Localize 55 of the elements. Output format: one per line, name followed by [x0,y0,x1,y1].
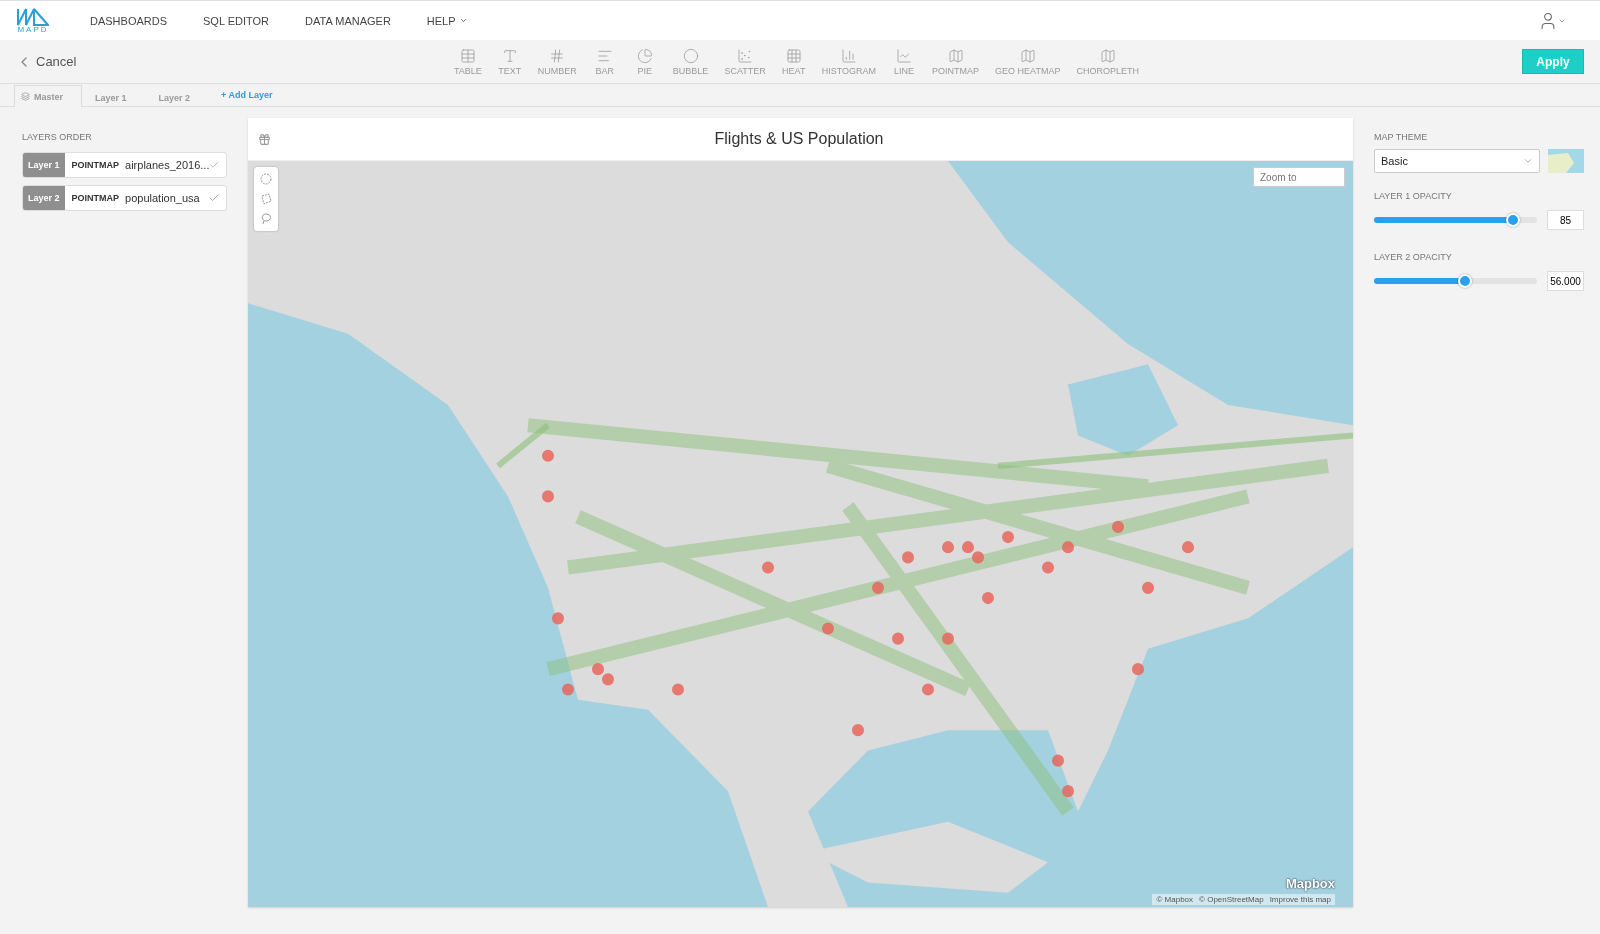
attribution-link[interactable]: © OpenStreetMap [1199,895,1264,904]
opacity-field[interactable]: 56.000 [1547,271,1584,291]
attribution-link[interactable]: © Mapbox [1156,895,1194,904]
lasso-icon[interactable] [260,213,272,225]
section-label: MAP THEME [1374,132,1429,142]
attribution-link[interactable]: Improve this map [1269,895,1331,904]
check-icon [209,159,220,171]
text-icon [501,47,518,64]
nav-link[interactable]: DATA MANAGER [305,14,391,27]
scatter-icon [737,47,754,64]
section-label: LAYERS ORDER [22,132,93,142]
chart-title: Flights & US Population [713,130,885,148]
line-icon [896,47,913,64]
tab[interactable]: Layer 2 [151,87,210,107]
slider-handle[interactable] [1458,274,1473,288]
map-icon [1019,47,1036,64]
slider-handle[interactable] [1505,213,1520,227]
check-icon [208,192,220,204]
slider-label: LAYER 2 OPACITY [1374,252,1453,262]
polygon-select-icon[interactable] [260,193,272,205]
map-icon [1099,47,1116,64]
theme-select[interactable]: Basic [1374,149,1540,173]
layer-type: POINTMAP [71,160,120,170]
layer-badge: Layer 1 [23,153,65,177]
layer-name: airplanes_2016... [125,159,210,171]
heat-icon [785,47,802,64]
logo-text: MAPD [17,25,49,34]
map-icon [947,47,964,64]
logo-icon[interactable] [17,7,49,26]
layer-badge: Layer 2 [23,186,65,210]
opacity-field[interactable]: 85 [1547,210,1584,230]
histogram-icon [840,47,857,64]
layer-name: population_usa [125,192,201,204]
nav-link[interactable]: DASHBOARDS [90,14,168,27]
caret-icon [1523,156,1533,166]
pie-icon [636,47,653,64]
number-icon [549,47,566,64]
tab[interactable]: Master [14,85,82,107]
table-icon [459,47,476,64]
layer-type: POINTMAP [71,193,120,203]
nav-link[interactable]: HELP [426,14,468,27]
zoom-to-field[interactable]: Zoom to [1253,167,1345,187]
cancel-button[interactable]: Cancel [16,53,446,70]
slider-label: LAYER 1 OPACITY [1374,191,1453,201]
bubble-icon [682,47,699,64]
tab[interactable]: Layer 1 [88,87,146,107]
layer-row[interactable]: Layer 1 POINTMAP airplanes_2016... [22,152,227,178]
nav-link[interactable]: SQL EDITOR [203,14,270,27]
layer-row[interactable]: Layer 2 POINTMAP population_usa [22,185,227,211]
theme-thumbnail[interactable] [1548,149,1584,173]
circle-select-icon[interactable] [260,173,272,185]
apply-button[interactable]: Apply [1522,49,1584,74]
add-layer-link[interactable]: + Add Layer [221,90,273,100]
map-logo: Mapbox [1285,876,1335,891]
gift-icon[interactable] [258,132,271,146]
